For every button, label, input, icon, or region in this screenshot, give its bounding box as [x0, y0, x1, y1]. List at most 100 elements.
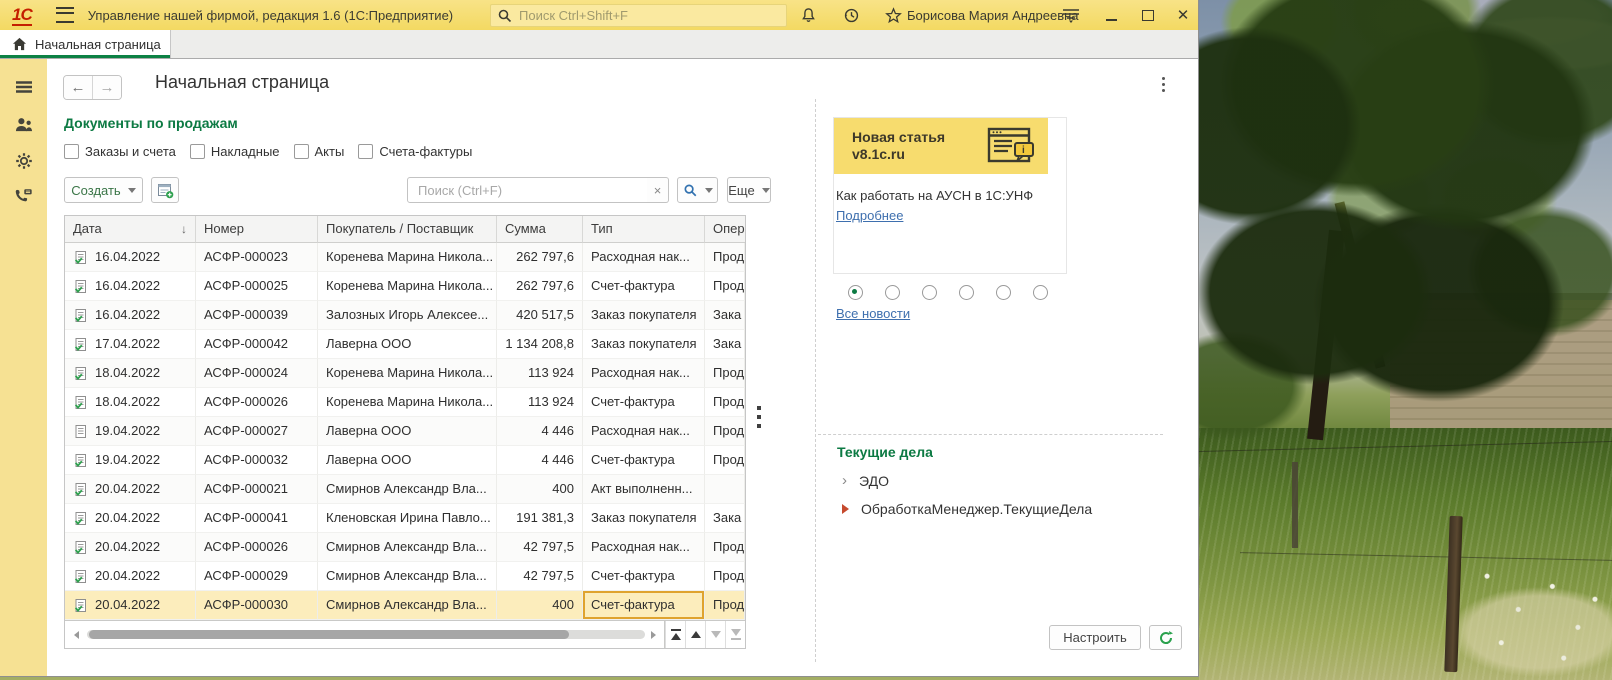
table-row[interactable]: 18.04.2022 АСФР-000024Коренева Марина Ни…	[65, 359, 745, 388]
crm-contacts-icon[interactable]	[0, 109, 47, 139]
close-button[interactable]: ✕	[1168, 2, 1198, 28]
forward-button[interactable]: →	[92, 76, 121, 99]
news-banner[interactable]: Новая статьяv8.1c.ru i	[834, 118, 1048, 174]
advanced-search-button[interactable]	[677, 177, 718, 203]
checkbox[interactable]	[358, 144, 373, 159]
current-user-name[interactable]: Борисова Мария Андреевна	[907, 8, 1079, 23]
all-news-link[interactable]: Все новости	[836, 306, 910, 321]
column-header-operation[interactable]: Опер	[705, 216, 745, 243]
current-tasks-heading: Текущие дела	[837, 444, 933, 460]
carousel-dot[interactable]	[959, 285, 974, 300]
table-row[interactable]: 20.04.2022 АСФР-000041Кленовская Ирина П…	[65, 504, 745, 533]
todo-item-edo[interactable]: › ЭДО	[842, 472, 889, 489]
window-titlebar: 1С Управление нашей фирмой, редакция 1.6…	[0, 0, 1198, 30]
more-actions-button[interactable]: Еще	[727, 177, 771, 203]
table-row[interactable]: 20.04.2022 АСФР-000026Смирнов Александр …	[65, 533, 745, 562]
settings-gear-icon[interactable]	[0, 146, 47, 176]
filter-acts[interactable]: Акты	[294, 144, 345, 159]
table-row[interactable]: 19.04.2022 АСФР-000027Лаверна ООО 4 446Р…	[65, 417, 745, 446]
tab-home-page[interactable]: Начальная страница	[0, 30, 171, 58]
svg-text:i: i	[1022, 145, 1025, 156]
filter-invoices[interactable]: Счета-фактуры	[358, 144, 472, 159]
column-header-sum[interactable]: Сумма	[497, 216, 583, 243]
filter-waybills[interactable]: Накладные	[190, 144, 280, 159]
refresh-icon	[1158, 630, 1174, 646]
home-icon	[12, 37, 27, 51]
table-row[interactable]: 18.04.2022 АСФР-000026Коренева Марина Ни…	[65, 388, 745, 417]
scroll-right-arrow[interactable]	[651, 631, 656, 639]
create-button[interactable]: Создать	[64, 177, 143, 203]
table-row[interactable]: 17.04.2022 АСФР-000042Лаверна ООО 1 134 …	[65, 330, 745, 359]
column-header-date[interactable]: Дата↓	[65, 216, 196, 243]
service-menu-icon[interactable]	[1058, 2, 1084, 28]
news-article-title: Как работать на АУСН в 1С:УНФ	[836, 188, 1062, 203]
column-header-partner[interactable]: Покупатель / Поставщик	[318, 216, 497, 243]
carousel-dot[interactable]	[885, 285, 900, 300]
page-title: Начальная страница	[155, 72, 329, 93]
posted-document-icon	[73, 366, 88, 381]
table-row[interactable]: 16.04.2022 АСФР-000025Коренева Марина Ни…	[65, 272, 745, 301]
scrollbar-track[interactable]	[87, 630, 645, 639]
table-row[interactable]: 16.04.2022 АСФР-000023Коренева Марина Ни…	[65, 243, 745, 272]
window-title: Управление нашей фирмой, редакция 1.6 (1…	[88, 8, 453, 23]
chevron-right-icon[interactable]: ›	[842, 472, 847, 489]
column-header-type[interactable]: Тип	[583, 216, 705, 243]
list-search-input[interactable]	[416, 182, 639, 199]
global-search-input[interactable]	[517, 7, 786, 24]
checkbox[interactable]	[64, 144, 79, 159]
1c-logo: 1С	[12, 5, 32, 26]
app-window: 1С Управление нашей фирмой, редакция 1.6…	[0, 0, 1199, 677]
table-row-selected[interactable]: 20.04.2022 АСФР-000030Смирнов Александр …	[65, 591, 745, 620]
clear-search-button[interactable]: ×	[647, 177, 669, 203]
table-row[interactable]: 16.04.2022 АСФР-000039Залозных Игорь Але…	[65, 301, 745, 330]
new-document-by-template-button[interactable]	[151, 177, 179, 203]
go-to-first-row-button[interactable]	[665, 621, 685, 648]
previous-row-button[interactable]	[685, 621, 705, 648]
posted-document-icon	[73, 511, 88, 526]
news-banner-title: Новая статьяv8.1c.ru	[852, 129, 945, 163]
posted-document-icon	[73, 337, 88, 352]
next-row-button[interactable]	[705, 621, 725, 648]
history-icon[interactable]	[838, 2, 864, 28]
carousel-dot[interactable]	[1033, 285, 1048, 300]
column-header-number[interactable]: Номер	[196, 216, 318, 243]
magnifier-icon	[683, 183, 698, 198]
home-page-content: ← → Начальная страница Документы по прод…	[47, 59, 1198, 676]
more-menu-icon[interactable]	[1162, 77, 1166, 95]
unposted-document-icon	[73, 424, 88, 439]
maximize-button[interactable]	[1133, 2, 1163, 28]
left-sidebar	[0, 59, 47, 676]
notifications-bell-icon[interactable]	[795, 2, 821, 28]
tab-label: Начальная страница	[35, 37, 161, 52]
filter-orders-invoices[interactable]: Заказы и счета	[64, 144, 176, 159]
scroll-left-arrow[interactable]	[74, 631, 79, 639]
list-search-box[interactable]	[407, 177, 648, 203]
tree-canopy	[1199, 0, 1612, 490]
carousel-dot[interactable]	[922, 285, 937, 300]
dropdown-caret-icon	[705, 188, 713, 193]
carousel-dot[interactable]	[996, 285, 1011, 300]
table-row[interactable]: 20.04.2022 АСФР-000021Смирнов Александр …	[65, 475, 745, 504]
favorites-star-icon[interactable]	[880, 2, 906, 28]
configure-button[interactable]: Настроить	[1049, 625, 1141, 650]
scrollbar-thumb[interactable]	[89, 630, 569, 639]
table-row[interactable]: 19.04.2022 АСФР-000032Лаверна ООО 4 446С…	[65, 446, 745, 475]
main-menu-icon[interactable]	[56, 7, 74, 23]
global-search-box[interactable]	[490, 4, 787, 27]
news-details-link[interactable]: Подробнее	[836, 208, 903, 223]
table-row[interactable]: 20.04.2022 АСФР-000029Смирнов Александр …	[65, 562, 745, 591]
sales-documents-heading: Документы по продажам	[64, 115, 238, 131]
posted-document-icon	[73, 482, 88, 497]
carousel-dot-active[interactable]	[848, 285, 863, 300]
go-to-last-row-button[interactable]	[725, 621, 745, 648]
sections-menu-icon[interactable]	[0, 73, 47, 103]
minimize-button[interactable]	[1096, 2, 1126, 28]
phone-calls-icon[interactable]	[0, 181, 47, 211]
todo-item-processing[interactable]: ОбработкаМенеджер.ТекущиеДела	[842, 501, 1092, 517]
back-button[interactable]: ←	[64, 76, 92, 99]
news-carousel-dots	[848, 285, 1048, 300]
panel-splitter-handle[interactable]	[757, 406, 761, 433]
checkbox[interactable]	[190, 144, 205, 159]
checkbox[interactable]	[294, 144, 309, 159]
refresh-button[interactable]	[1149, 625, 1182, 650]
